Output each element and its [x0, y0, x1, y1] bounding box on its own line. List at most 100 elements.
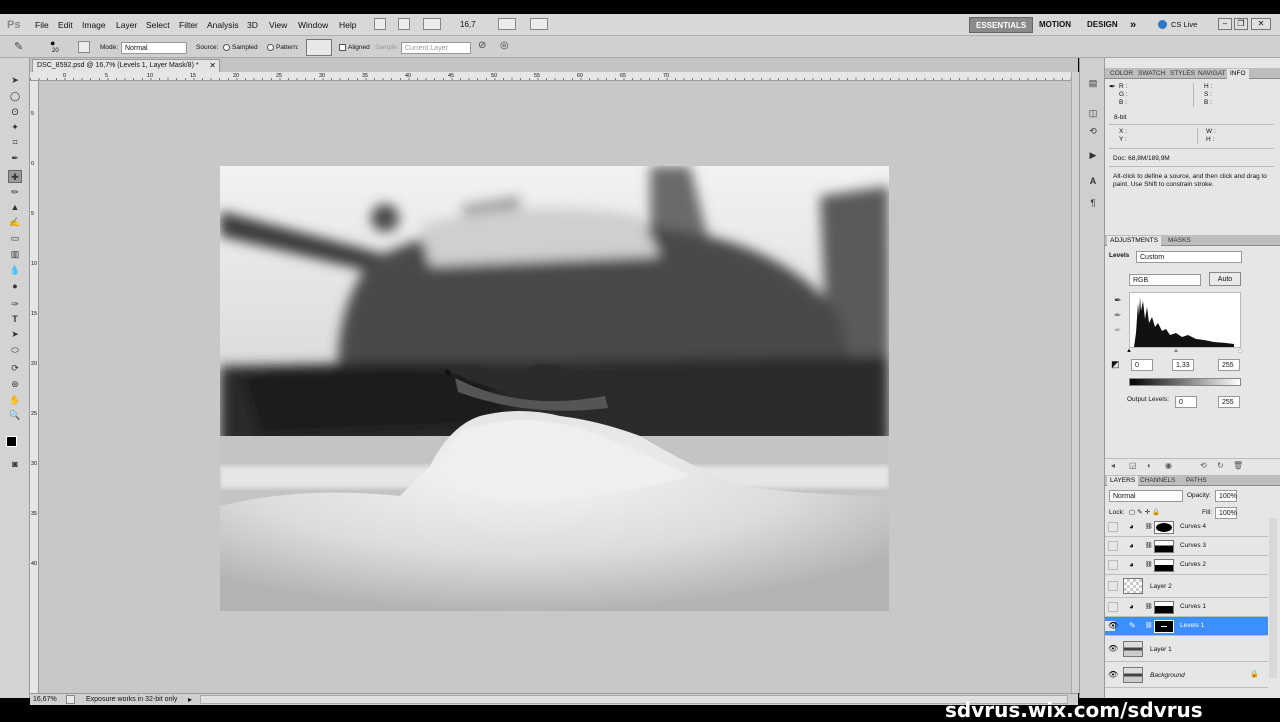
layer-row-selected[interactable]: 👁 ✎ ⛓ Levels 1 [1105, 617, 1268, 636]
dodge-tool-icon[interactable]: ● [8, 280, 22, 293]
3d-orbit-tool-icon[interactable]: ⊛ [8, 378, 22, 391]
pen-tool-icon[interactable]: ✑ [8, 298, 22, 311]
layer-mask-thumbnail[interactable] [1154, 559, 1174, 572]
vertical-scrollbar[interactable] [1071, 72, 1079, 693]
restore-icon[interactable]: ❐ [1234, 18, 1248, 30]
layer-mask-thumbnail[interactable] [1154, 601, 1174, 614]
aligned-checkbox[interactable] [339, 44, 346, 51]
gray-point-eyedropper-icon[interactable]: ✒ [1114, 310, 1122, 321]
type-tool-icon[interactable]: T [8, 313, 22, 326]
eye-icon[interactable]: 👁 [1105, 621, 1118, 631]
expand-view-icon[interactable]: ◲ [1129, 461, 1137, 470]
white-point-eyedropper-icon[interactable]: ✒ [1114, 325, 1122, 336]
zoom-tool-icon[interactable]: 🔍 [8, 409, 22, 422]
lasso-tool-icon[interactable]: ʘ [8, 106, 22, 119]
document-image[interactable] [220, 166, 889, 611]
visibility-icon[interactable]: ◉ [1165, 461, 1172, 470]
menu-image[interactable]: Image [82, 20, 106, 30]
menu-view[interactable]: View [269, 20, 287, 30]
layer-row[interactable]: 👁 Layer 1 [1105, 636, 1268, 662]
input-slider[interactable]: ▲ ▲ ▲ [1126, 348, 1243, 354]
screen-mode-icon[interactable] [530, 18, 548, 30]
foreground-color-swatch[interactable] [6, 436, 17, 447]
tab-info[interactable]: INFO [1227, 69, 1249, 79]
horizontal-scrollbar[interactable] [200, 695, 1068, 704]
histogram-panel-icon[interactable]: ▤ [1086, 78, 1100, 90]
clone-stamp-tool-icon[interactable]: ▲ [8, 201, 22, 214]
menu-edit[interactable]: Edit [58, 20, 73, 30]
layer-mask-thumbnail[interactable] [1154, 540, 1174, 553]
menu-filter[interactable]: Filter [179, 20, 198, 30]
lock-icons[interactable]: ▢✎✛🔒 [1129, 508, 1162, 516]
menu-help[interactable]: Help [339, 20, 356, 30]
layer-visibility-toggle[interactable] [1108, 602, 1118, 612]
actions-panel-icon[interactable]: ▶ [1086, 150, 1100, 162]
clip-to-layer-icon[interactable]: ◩ [1111, 359, 1120, 370]
input-white-field[interactable]: 255 [1218, 359, 1240, 371]
bridge-icon[interactable] [374, 18, 386, 30]
layer-thumbnail[interactable] [1123, 578, 1143, 594]
tab-swatches[interactable]: SWATCH [1135, 69, 1168, 79]
output-black-field[interactable]: 0 [1175, 396, 1197, 408]
layer-row[interactable]: ◕ ⛓ Curves 4 [1105, 518, 1268, 537]
input-gamma-field[interactable]: 1,33 [1172, 359, 1194, 371]
menu-select[interactable]: Select [146, 20, 170, 30]
zoom-status[interactable]: 16,67% [33, 696, 57, 703]
document-tab[interactable]: DSC_8592.psd @ 16,7% (Levels 1, Layer Ma… [32, 59, 220, 72]
menu-layer[interactable]: Layer [116, 20, 137, 30]
layer-thumbnail[interactable] [1123, 667, 1143, 683]
marquee-tool-icon[interactable]: ◯ [8, 90, 22, 103]
tab-color[interactable]: COLOR [1107, 69, 1136, 79]
arrange-documents-icon[interactable] [498, 18, 516, 30]
link-icon[interactable]: ⛓ [1145, 523, 1153, 530]
blend-mode-select[interactable]: Normal [1109, 490, 1183, 502]
clip-icon[interactable]: ◐ [1147, 461, 1152, 470]
previous-state-icon[interactable]: ⟲ [1200, 461, 1207, 470]
path-select-tool-icon[interactable]: ➤ [8, 328, 22, 341]
layer-visibility-toggle[interactable] [1108, 560, 1118, 570]
history-panel-icon[interactable]: ⟲ [1086, 126, 1100, 138]
gradient-tool-icon[interactable]: ▥ [8, 248, 22, 261]
minimize-icon[interactable]: – [1218, 18, 1232, 30]
menu-analysis[interactable]: Analysis [207, 20, 239, 30]
brush-tool-icon[interactable]: ✏ [8, 186, 22, 199]
layer-mask-thumbnail[interactable] [1154, 620, 1174, 633]
character-panel-icon[interactable]: A [1086, 176, 1100, 188]
layers-scrollbar[interactable] [1269, 518, 1277, 678]
layer-row[interactable]: Layer 2 [1105, 575, 1268, 598]
menu-3d[interactable]: 3D [247, 20, 258, 30]
tab-masks[interactable]: MASKS [1165, 236, 1194, 246]
crop-tool-icon[interactable]: ⌗ [8, 136, 22, 149]
workspace-more[interactable]: » [1124, 17, 1142, 33]
cs-live-button[interactable]: CS Live [1171, 20, 1197, 29]
pattern-radio[interactable] [267, 44, 274, 51]
auto-button[interactable]: Auto [1209, 272, 1241, 286]
view-extras-icon[interactable] [423, 18, 441, 30]
tab-styles[interactable]: STYLES [1167, 69, 1198, 79]
layer-row[interactable]: ◕ ⛓ Curves 3 [1105, 537, 1268, 556]
tab-paths[interactable]: PATHS [1183, 476, 1210, 486]
delete-adjustment-icon[interactable]: 🗑 [1233, 461, 1243, 470]
layer-visibility-toggle[interactable] [1108, 522, 1118, 532]
status-menu-arrow-icon[interactable]: ▸ [188, 695, 192, 704]
quick-mask-icon[interactable]: ◙ [8, 458, 22, 471]
menu-file[interactable]: File [35, 20, 49, 30]
close-document-icon[interactable]: ✕ [209, 61, 216, 70]
levels-channel-select[interactable]: RGB [1129, 274, 1201, 286]
status-info-icon[interactable] [66, 695, 75, 704]
tab-layers[interactable]: LAYERS [1107, 476, 1139, 486]
workspace-motion[interactable]: MOTION [1033, 17, 1077, 33]
input-black-field[interactable]: 0 [1131, 359, 1153, 371]
levels-preset-select[interactable]: Custom [1136, 251, 1242, 263]
hand-tool-icon[interactable]: ✋ [8, 394, 22, 407]
sample-select[interactable]: Current Layer [401, 42, 471, 54]
tab-channels[interactable]: CHANNELS [1137, 476, 1178, 486]
tab-adjustments[interactable]: ADJUSTMENTS [1107, 236, 1162, 246]
close-icon[interactable]: ✕ [1251, 18, 1271, 30]
shape-tool-icon[interactable]: ⬭ [8, 344, 22, 357]
layer-row[interactable]: 👁 Background 🔒 [1105, 662, 1268, 688]
sampled-radio[interactable] [223, 44, 230, 51]
link-icon[interactable]: ⛓ [1145, 622, 1153, 629]
menu-window[interactable]: Window [298, 20, 328, 30]
eyedropper-tool-icon[interactable]: ✒ [8, 152, 22, 165]
